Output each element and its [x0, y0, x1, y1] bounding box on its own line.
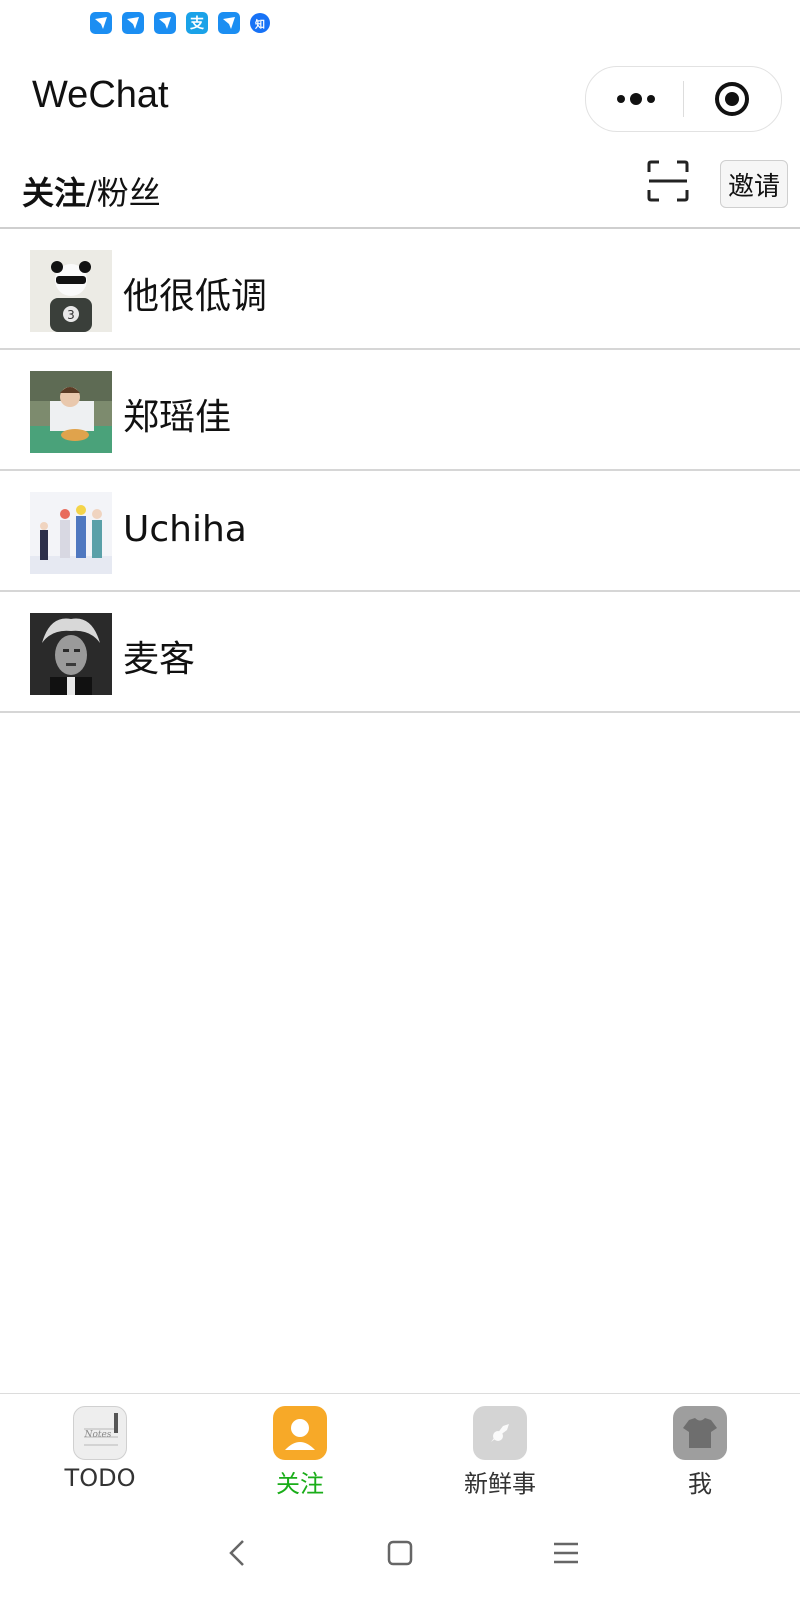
alipay-glyph: 支: [190, 16, 204, 32]
zhihu-icon: 知: [250, 13, 270, 33]
section-header: 关注/粉丝 邀请: [0, 150, 800, 228]
tab-following-nav[interactable]: 关注: [200, 1394, 400, 1504]
page-title: 关注/粉丝: [22, 168, 161, 214]
list-item[interactable]: 郑瑶佳: [0, 350, 800, 471]
user-list: 3 他很低调 郑瑶佳 Uchiha 麦客: [0, 229, 800, 713]
user-name: Uchiha: [123, 509, 247, 550]
capsule-menu: [585, 66, 782, 132]
title-bar: WeChat: [0, 50, 800, 150]
user-name: 郑瑶佳: [123, 397, 232, 438]
tab-todo[interactable]: Notes TODO: [0, 1394, 200, 1504]
compass-icon: [473, 1406, 527, 1460]
app-title: WeChat: [32, 74, 169, 116]
close-mini-program-icon[interactable]: [714, 81, 750, 117]
panda-avatar: 3: [30, 250, 112, 332]
list-item[interactable]: 麦客: [0, 592, 800, 713]
feishu-icon: [90, 12, 112, 34]
photo-avatar: [30, 371, 112, 453]
status-bar: 支 知: [0, 0, 800, 50]
svg-text:Notes: Notes: [84, 1430, 112, 1440]
list-item[interactable]: 3 他很低调: [0, 229, 800, 350]
tab-bar: Notes TODO 关注 新鲜事 我: [0, 1393, 800, 1504]
system-nav-bar: [0, 1503, 800, 1600]
wechat-mini-program: 支 知 WeChat 关注/粉丝 邀请 3 他很低调 郑瑶佳 Uchiha 麦客…: [0, 0, 800, 1600]
user-name: 麦客: [123, 639, 196, 680]
scan-icon[interactable]: [647, 160, 689, 202]
tab-label: 我: [688, 1470, 712, 1498]
home-icon[interactable]: [380, 1533, 420, 1573]
svg-text:3: 3: [67, 308, 75, 322]
shirt-icon: [673, 1406, 727, 1460]
tab-followers[interactable]: /粉丝: [86, 174, 161, 212]
tab-label: 关注: [276, 1470, 324, 1498]
tab-label: 新鲜事: [464, 1470, 536, 1498]
notes-icon: Notes: [73, 1406, 127, 1460]
capsule-divider: [683, 81, 684, 117]
more-options-icon[interactable]: [614, 87, 658, 111]
tab-label: TODO: [64, 1464, 136, 1492]
alipay-icon: 支: [186, 12, 208, 34]
invite-button[interactable]: 邀请: [720, 160, 788, 208]
person-icon: [273, 1406, 327, 1460]
user-name: 他很低调: [123, 276, 268, 317]
tab-following[interactable]: 关注: [22, 174, 86, 212]
zhihu-glyph: 知: [255, 19, 265, 31]
bw-portrait-avatar: [30, 613, 112, 695]
tab-news[interactable]: 新鲜事: [400, 1394, 600, 1504]
list-item[interactable]: Uchiha: [0, 471, 800, 592]
notification-icons: 支 知: [90, 12, 270, 34]
menu-icon[interactable]: [546, 1533, 586, 1573]
feishu-icon: [154, 12, 176, 34]
feishu-icon: [122, 12, 144, 34]
tab-me[interactable]: 我: [600, 1394, 800, 1504]
anime-avatar: [30, 492, 112, 574]
back-icon[interactable]: [218, 1533, 258, 1573]
feishu-icon: [218, 12, 240, 34]
